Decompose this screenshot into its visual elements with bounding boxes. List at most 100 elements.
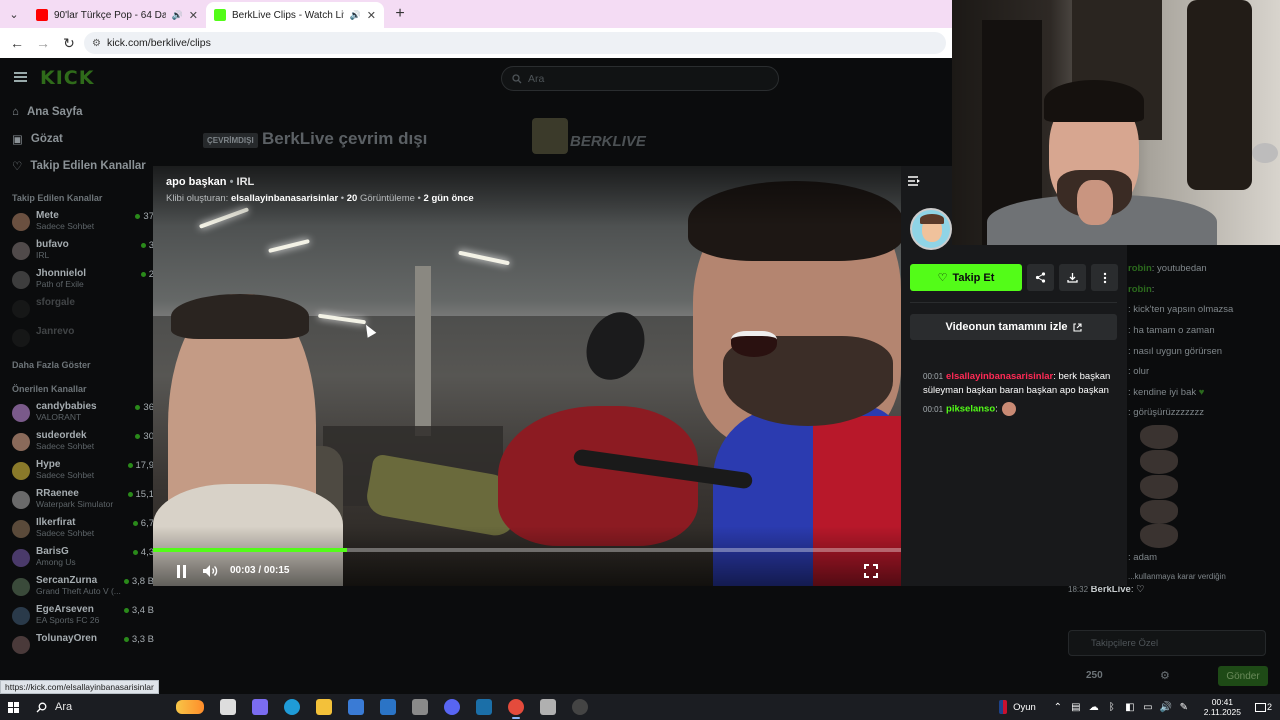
chat-line: : adam — [1128, 552, 1158, 563]
video-progress-bar[interactable] — [153, 548, 901, 552]
channel-item[interactable]: Janrevo — [0, 323, 160, 352]
browse-icon: ▣ — [12, 133, 23, 146]
store-taskbar-button[interactable] — [340, 694, 372, 720]
taskbar-search[interactable]: Ara — [26, 694, 212, 720]
message-user[interactable]: elsallayinbanasarisinlar — [946, 371, 1053, 382]
share-button[interactable] — [1027, 264, 1054, 291]
download-button[interactable] — [1059, 264, 1086, 291]
nav-following[interactable]: ♡ Takip Edilen Kanallar — [0, 152, 160, 179]
app2-icon — [540, 699, 556, 715]
notification-button[interactable]: 2 — [1254, 702, 1272, 712]
heart-icon: ♡ — [12, 160, 23, 173]
volume-icon[interactable]: 🔊 — [1160, 701, 1172, 713]
chrome-taskbar-button[interactable] — [500, 694, 532, 720]
mail-taskbar-button[interactable] — [372, 694, 404, 720]
windows-icon — [7, 701, 19, 713]
clock[interactable]: 00:41 2.11.2025 — [1204, 697, 1241, 717]
reload-button[interactable]: ↻ — [58, 32, 80, 54]
browser-tab-bar: ⌄ 90'lar Türkçe Pop - 64 Dakik 🔊 ✕ BerkL… — [0, 0, 952, 28]
channel-item[interactable]: Jhonnielol Path of Exile 2 — [0, 265, 160, 294]
banner-text: BERKLIVE — [570, 133, 646, 150]
pen-icon[interactable]: ✎ — [1178, 701, 1190, 713]
channel-item[interactable]: sforgale — [0, 294, 160, 323]
download-icon — [1067, 273, 1078, 283]
discord-taskbar-button[interactable] — [436, 694, 468, 720]
taskbar-apps — [212, 694, 596, 720]
clip-video[interactable]: apo başkan • IRL Klibi oluşturan: elsall… — [153, 166, 901, 586]
nav-home[interactable]: ⌂ Ana Sayfa — [0, 98, 160, 125]
file-explorer-taskbar-button[interactable] — [308, 694, 340, 720]
live-dot-icon — [132, 521, 138, 526]
tab-youtube[interactable]: 90'lar Türkçe Pop - 64 Dakik 🔊 ✕ — [28, 2, 206, 28]
copilot-taskbar-button[interactable] — [244, 694, 276, 720]
steam-taskbar-button[interactable] — [468, 694, 500, 720]
task-view-icon — [220, 699, 236, 715]
bluetooth-icon[interactable]: ᛒ — [1106, 701, 1118, 713]
channel-item[interactable]: bufavo IRL 3 — [0, 236, 160, 265]
chat-input[interactable]: Takipçilere Özel — [1068, 630, 1266, 656]
channel-item[interactable]: SercanZurna Grand Theft Auto V (... 3,8 B — [0, 572, 160, 601]
channel-item[interactable]: EgeArseven EA Sports FC 26 3,4 B — [0, 601, 160, 630]
message-user[interactable]: pikselanso — [946, 404, 995, 415]
cloud-icon[interactable]: ☁ — [1088, 701, 1100, 713]
channel-item[interactable]: Mete Sadece Sohbet 37 — [0, 207, 160, 236]
app-icon[interactable]: ◧ — [1124, 701, 1136, 713]
channel-item[interactable]: RRaenee Waterpark Simulator 15,1 — [0, 485, 160, 514]
nav-browse[interactable]: ▣ Gözat — [0, 125, 160, 152]
url-field[interactable]: ⚙ kick.com/berklive/clips — [84, 32, 946, 54]
viewer-count: 3,8 B — [123, 576, 154, 587]
channel-item[interactable]: BarisG Among Us 4,3 — [0, 543, 160, 572]
tab-close-icon[interactable]: ✕ — [367, 9, 376, 22]
tab-search-button[interactable]: ⌄ — [4, 4, 24, 24]
clip-category[interactable]: IRL — [237, 176, 255, 188]
channel-item[interactable]: sudeordek Sadece Sohbet 30 — [0, 427, 160, 456]
follow-button[interactable]: ♡ Takip Et — [910, 264, 1022, 291]
external-link-icon — [1072, 322, 1082, 332]
app-taskbar-button[interactable] — [404, 694, 436, 720]
send-button[interactable]: Gönder — [1218, 666, 1268, 686]
speaker-icon[interactable]: 🔊 — [172, 10, 183, 21]
kick-logo[interactable]: KICK — [40, 67, 94, 89]
video-time: 00:03 / 00:15 — [230, 565, 290, 576]
clip-title-line: apo başkan • IRL — [166, 176, 255, 188]
live-dot-icon — [123, 637, 129, 642]
viewer-count: 36 — [135, 402, 154, 413]
channel-item[interactable]: TolunayOren 3,3 B — [0, 630, 160, 659]
show-more-link[interactable]: Daha Fazla Göster — [0, 360, 160, 370]
chevron-up-icon[interactable]: ⌃ — [1052, 701, 1064, 713]
collapse-panel-button[interactable] — [907, 174, 921, 188]
watch-full-video-button[interactable]: Videonun tamamını izle — [910, 314, 1117, 340]
start-button[interactable] — [0, 694, 26, 720]
channel-item[interactable]: candybabies VALORANT 36 — [0, 398, 160, 427]
speaker-icon[interactable]: 🔊 — [350, 10, 361, 21]
forward-button[interactable]: → — [32, 32, 54, 54]
points-counter[interactable]: 250 — [1086, 670, 1103, 681]
pause-button[interactable] — [173, 562, 189, 580]
site-info-icon[interactable]: ⚙ — [92, 38, 101, 49]
channel-item[interactable]: Hype Sadece Sohbet 17,9 — [0, 456, 160, 485]
search-input[interactable]: Ara — [501, 66, 779, 91]
more-options-button[interactable] — [1091, 264, 1118, 291]
follow-label: Takip Et — [952, 271, 995, 284]
network-icon[interactable]: ▭ — [1142, 701, 1154, 713]
game-widget[interactable]: Oyun — [999, 700, 1036, 714]
tray-app-icon[interactable]: ▤ — [1070, 701, 1082, 713]
edge-taskbar-button[interactable] — [276, 694, 308, 720]
back-button[interactable]: ← — [6, 32, 28, 54]
tab-title: 90'lar Türkçe Pop - 64 Dakik — [54, 9, 166, 21]
task-view-taskbar-button[interactable] — [212, 694, 244, 720]
volume-button[interactable] — [201, 562, 219, 580]
menu-icon[interactable] — [14, 72, 27, 82]
channel-item[interactable]: Ilkerfirat Sadece Sohbet 6,7 — [0, 514, 160, 543]
new-tab-button[interactable]: + — [388, 2, 412, 26]
clip-creator[interactable]: elsallayinbanasarisinlar — [231, 193, 338, 204]
app2-taskbar-button[interactable] — [532, 694, 564, 720]
obs-taskbar-button[interactable] — [564, 694, 596, 720]
tab-close-icon[interactable]: ✕ — [189, 9, 198, 22]
settings-icon[interactable]: ⚙ — [1160, 669, 1170, 682]
clip-views: 20 — [346, 193, 358, 204]
tab-kick-clips[interactable]: BerkLive Clips - Watch Live 🔊 ✕ — [206, 2, 384, 28]
app-icon — [412, 699, 428, 715]
fullscreen-button[interactable] — [863, 562, 879, 580]
channel-avatar[interactable] — [910, 208, 952, 250]
